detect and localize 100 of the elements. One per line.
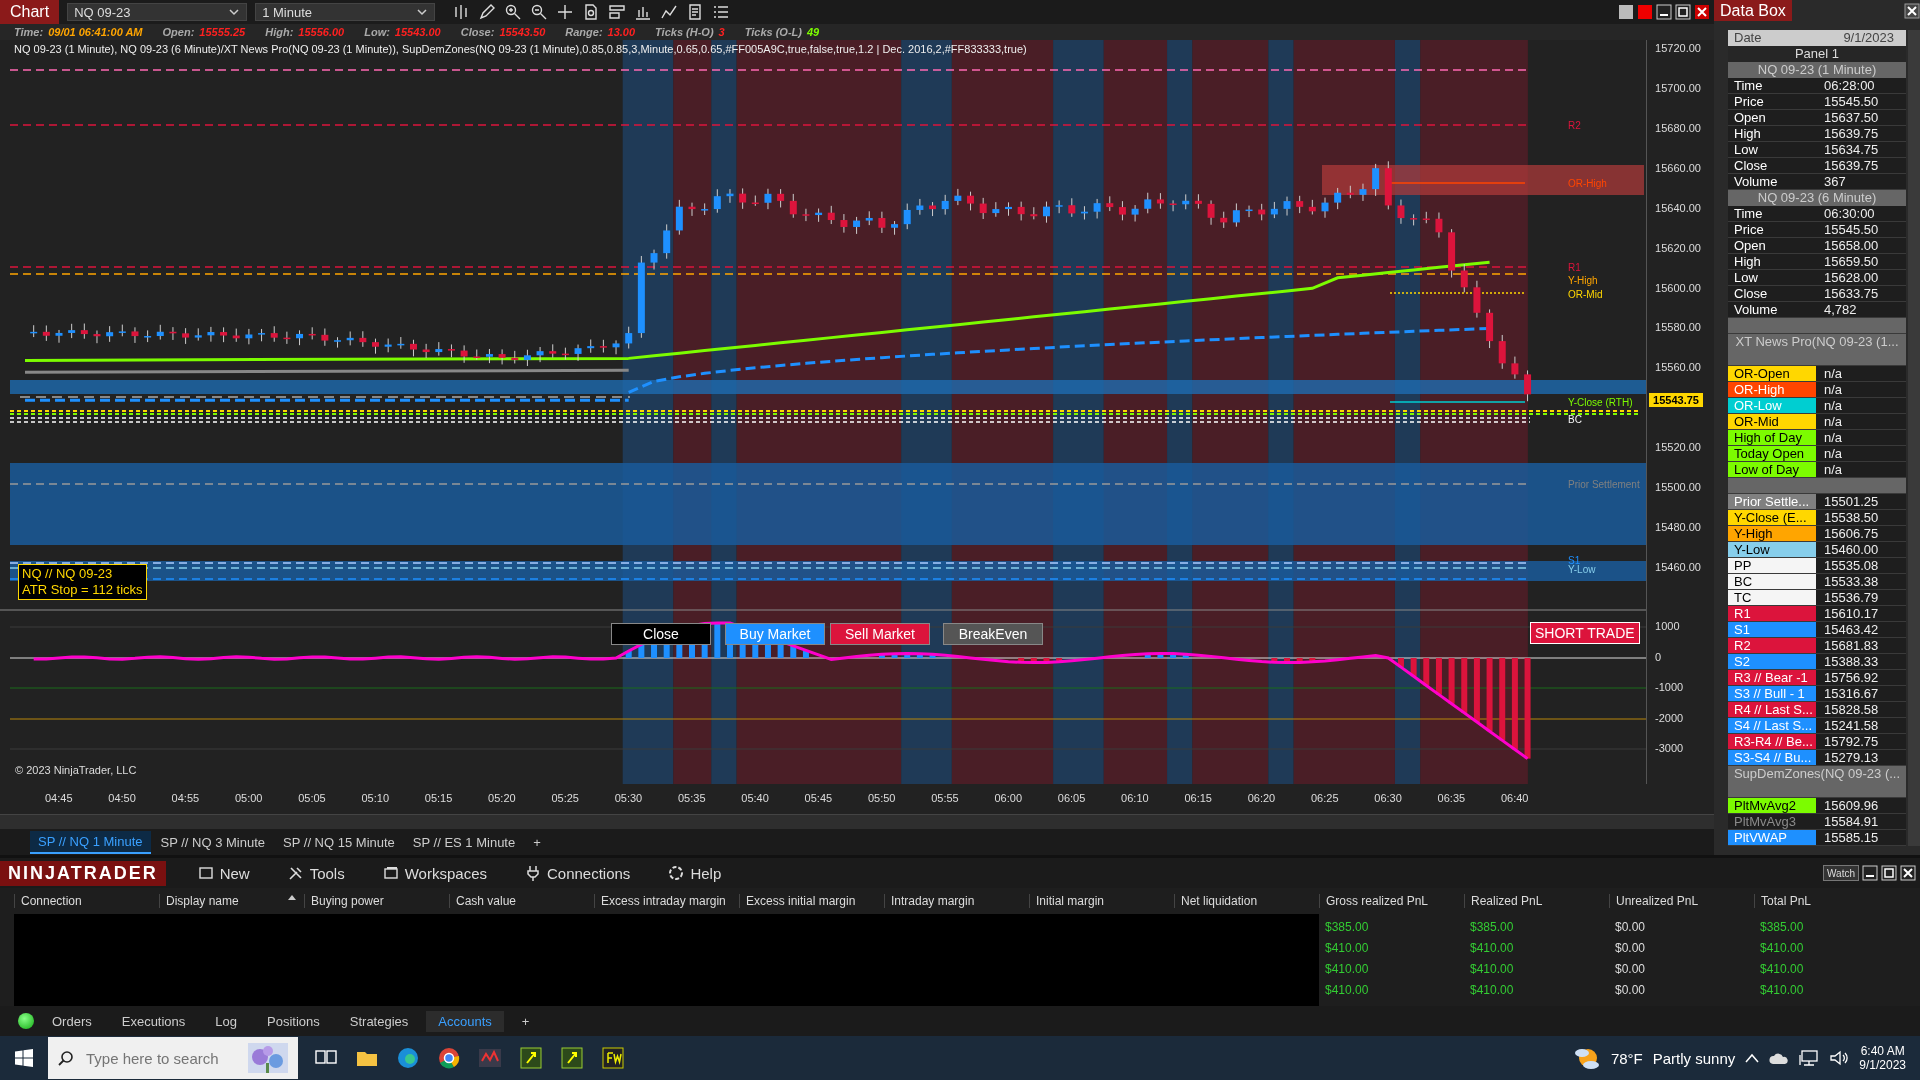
- windows-logo-icon[interactable]: [15, 1049, 33, 1067]
- level-label: R2: [1568, 120, 1581, 131]
- document-icon[interactable]: [687, 4, 704, 20]
- maximize-button[interactable]: [1881, 865, 1897, 882]
- search-bar[interactable]: Type here to search: [48, 1037, 298, 1079]
- document-search-icon[interactable]: [583, 4, 600, 20]
- row-label: Time: [1728, 78, 1816, 93]
- panel-header: Panel 1: [1728, 46, 1906, 62]
- price-label: 15680.00: [1655, 121, 1701, 134]
- row-value: n/a: [1816, 430, 1906, 445]
- row-label: Low: [1728, 270, 1816, 285]
- chevron-up-icon[interactable]: [1745, 1053, 1760, 1063]
- crosshair-icon[interactable]: [557, 4, 574, 20]
- chart-tab[interactable]: SP // NQ 3 Minute: [152, 831, 274, 853]
- panel-icon[interactable]: [609, 4, 626, 20]
- app-icon[interactable]: [519, 1046, 543, 1070]
- row-value: 15633.75: [1816, 286, 1906, 301]
- close-button[interactable]: [1904, 2, 1920, 19]
- clock-time[interactable]: 6:40 AM: [1860, 1044, 1905, 1058]
- column-header[interactable]: Excess initial margin: [739, 894, 884, 909]
- row-value: 15536.79: [1816, 590, 1906, 605]
- volume-icon[interactable]: [1829, 1049, 1850, 1067]
- column-header[interactable]: Display name: [159, 894, 304, 909]
- chrome-icon[interactable]: [437, 1046, 461, 1070]
- tools-icon: [287, 865, 304, 882]
- watch-button[interactable]: Watch: [1823, 865, 1859, 882]
- column-header[interactable]: Net liquidation: [1174, 894, 1319, 909]
- interval-dropdown[interactable]: 1 Minute: [255, 3, 436, 21]
- zoom-in-icon[interactable]: [505, 4, 522, 20]
- cloud-icon[interactable]: [1769, 1051, 1790, 1065]
- column-header[interactable]: Total PnL: [1754, 894, 1899, 909]
- instrument-dropdown[interactable]: NQ 09-23: [67, 3, 248, 21]
- tab[interactable]: Accounts: [426, 1010, 504, 1032]
- minimize-button[interactable]: [1656, 4, 1672, 20]
- table-cell-text: $0.00: [1614, 919, 1647, 934]
- row-label: S3 // Bull - 1: [1728, 686, 1816, 701]
- horizontal-scrollbar[interactable]: [0, 814, 1714, 829]
- link-button[interactable]: [1637, 4, 1653, 20]
- column-header[interactable]: Cash value: [449, 894, 594, 909]
- oscillator-label: -3000: [1655, 742, 1684, 754]
- row-label: PltMvAvg3: [1728, 814, 1816, 829]
- table-cell-text: $0.00: [1614, 961, 1647, 976]
- tab[interactable]: +: [509, 1010, 542, 1032]
- tab[interactable]: Executions: [109, 1010, 198, 1032]
- column-header[interactable]: Initial margin: [1029, 894, 1174, 909]
- tab[interactable]: Positions: [255, 1010, 332, 1032]
- maximize-button[interactable]: [1675, 4, 1691, 20]
- close-button[interactable]: Close: [611, 623, 711, 645]
- search-field[interactable]: Type here to search: [84, 1048, 238, 1068]
- app-icon[interactable]: [601, 1046, 625, 1070]
- menu-item[interactable]: Connections: [519, 863, 637, 883]
- close-button[interactable]: [1694, 4, 1710, 20]
- menu-item[interactable]: New: [191, 863, 256, 883]
- time-label: 05:50: [867, 792, 896, 804]
- menu-item[interactable]: Workspaces: [376, 863, 493, 883]
- close-button[interactable]: [1900, 865, 1916, 882]
- field-label: Time:: [14, 26, 44, 38]
- chart-tab[interactable]: +: [525, 831, 549, 853]
- chart-tab[interactable]: SP // NQ 1 Minute: [30, 830, 151, 854]
- column-header[interactable]: Unrealized PnL: [1609, 894, 1754, 909]
- column-header[interactable]: Excess intraday margin: [594, 894, 739, 909]
- row-value: 15659.50: [1816, 254, 1906, 269]
- tab[interactable]: Strategies: [337, 1010, 421, 1032]
- time-label: 05:00: [234, 792, 263, 804]
- clock-date[interactable]: 9/1/2023: [1859, 1058, 1906, 1072]
- help-icon: [668, 865, 685, 882]
- row-label: S4 // Last S...: [1728, 718, 1816, 733]
- pencil-icon[interactable]: [479, 4, 496, 20]
- row-value: 15756.92: [1816, 670, 1906, 685]
- weather-text: Partly sunny: [1652, 1049, 1736, 1067]
- tab[interactable]: Log: [203, 1010, 250, 1032]
- column-header[interactable]: Gross realized PnL: [1319, 894, 1464, 909]
- zoom-out-icon[interactable]: [531, 4, 548, 20]
- breakeven-button[interactable]: BreakEven: [943, 623, 1043, 645]
- chart-icon[interactable]: [635, 4, 652, 20]
- time-label: 05:15: [424, 792, 453, 804]
- chart-tab[interactable]: SP // NQ 15 Minute: [275, 831, 403, 853]
- menu-item[interactable]: Tools: [281, 863, 351, 883]
- field-value: 15555.25: [199, 26, 246, 38]
- tab[interactable]: Orders: [40, 1010, 104, 1032]
- table-cell-text: $0.00: [1614, 940, 1647, 955]
- column-header[interactable]: Intraday margin: [884, 894, 1029, 909]
- column-header[interactable]: Realized PnL: [1464, 894, 1609, 909]
- window-button[interactable]: [1618, 4, 1634, 20]
- menu-item[interactable]: Help: [662, 863, 728, 883]
- bars-icon[interactable]: [453, 4, 470, 20]
- minimize-button[interactable]: [1862, 865, 1878, 882]
- app-icon[interactable]: [560, 1046, 584, 1070]
- line-chart-icon[interactable]: [661, 4, 678, 20]
- row-label: Open: [1728, 110, 1816, 125]
- sell-market-button[interactable]: Sell Market: [830, 623, 930, 645]
- column-header[interactable]: Connection: [14, 894, 159, 909]
- chart-tab[interactable]: SP // ES 1 Minute: [404, 831, 524, 853]
- browser-icon[interactable]: [396, 1046, 420, 1070]
- row-label: OR-High: [1728, 382, 1816, 397]
- column-header[interactable]: Buying power: [304, 894, 449, 909]
- price-label: 15520.00: [1655, 441, 1701, 454]
- field-value: 49: [806, 26, 820, 38]
- network-icon[interactable]: [1799, 1049, 1820, 1067]
- list-icon[interactable]: [713, 4, 730, 20]
